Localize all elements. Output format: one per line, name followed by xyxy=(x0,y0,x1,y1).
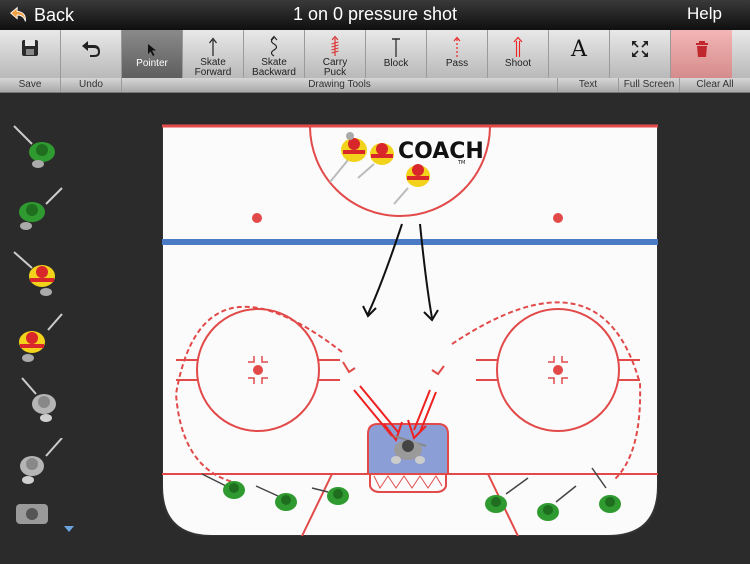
skate-forward-label: Skate Forward xyxy=(194,57,232,78)
gray-skater-icon[interactable] xyxy=(10,374,66,438)
full-screen-icon xyxy=(632,41,648,57)
pointer-tool[interactable]: Pointer xyxy=(122,30,183,78)
player-palette xyxy=(10,120,74,540)
yellow-skater-icon[interactable] xyxy=(10,310,66,374)
carry-puck-icon xyxy=(331,35,339,56)
hockey-rink-canvas[interactable]: COACH TM xyxy=(162,124,658,536)
drawing-tools-group-label: Drawing Tools xyxy=(122,78,558,92)
shoot-label: Shoot xyxy=(504,58,532,69)
clear-all-button[interactable] xyxy=(671,30,732,78)
help-button[interactable]: Help xyxy=(687,4,722,24)
yellow-skater-icon[interactable] xyxy=(10,246,66,310)
save-button[interactable] xyxy=(0,30,61,78)
palette-more-arrow-icon[interactable] xyxy=(64,526,74,532)
trash-icon xyxy=(695,41,708,57)
gray-skater-icon[interactable] xyxy=(10,438,66,502)
pass-tool[interactable]: Pass xyxy=(427,30,488,78)
pointer-label: Pointer xyxy=(136,58,168,69)
block-tool[interactable]: Block xyxy=(366,30,427,78)
text-icon: A xyxy=(571,36,587,62)
skate-forward-icon xyxy=(209,37,217,56)
skate-backward-icon xyxy=(270,35,278,57)
pass-label: Pass xyxy=(445,58,469,69)
pass-icon xyxy=(453,36,461,57)
clear-all-group-label: Clear All xyxy=(696,79,734,90)
shoot-icon xyxy=(513,36,523,57)
green-skater-icon[interactable] xyxy=(10,120,66,184)
shoot-tool[interactable]: Shoot xyxy=(488,30,549,78)
back-label: Back xyxy=(34,4,75,25)
text-group-label: Text xyxy=(558,78,619,92)
skate-backward-label: Skate Backward xyxy=(252,57,296,78)
full-screen-button[interactable] xyxy=(610,30,671,78)
coach-logo-text: COACH xyxy=(398,139,484,164)
pointer-icon xyxy=(148,44,156,56)
page-title: 1 on 0 pressure shot xyxy=(292,4,458,24)
save-group-label: Save xyxy=(0,78,61,92)
carry-puck-tool[interactable]: Carry Puck xyxy=(305,30,366,78)
drawing-toolbar: Pointer Skate Forward Skate Backward Car… xyxy=(0,30,750,78)
undo-icon xyxy=(82,41,100,57)
skate-forward-tool[interactable]: Skate Forward xyxy=(183,30,244,78)
block-label: Block xyxy=(383,58,409,69)
carry-puck-label: Carry Puck xyxy=(322,57,348,78)
skate-backward-tool[interactable]: Skate Backward xyxy=(244,30,305,78)
undo-button[interactable] xyxy=(61,30,122,78)
toolbar-group-labels: Save Undo Drawing Tools Text Full Screen… xyxy=(0,78,750,93)
text-tool[interactable]: A xyxy=(549,30,610,78)
full-screen-group-label: Full Screen xyxy=(619,78,680,92)
save-icon xyxy=(22,40,38,56)
back-button[interactable]: Back xyxy=(8,3,74,27)
navigation-bar: Back 1 on 0 pressure shot Help xyxy=(0,0,750,31)
block-icon xyxy=(392,38,400,57)
green-skater-icon[interactable] xyxy=(10,178,66,242)
undo-group-label: Undo xyxy=(61,78,122,92)
coach-logo-tm: TM xyxy=(457,160,465,166)
back-arrow-icon xyxy=(10,6,26,22)
goalie-icon[interactable] xyxy=(10,500,66,564)
